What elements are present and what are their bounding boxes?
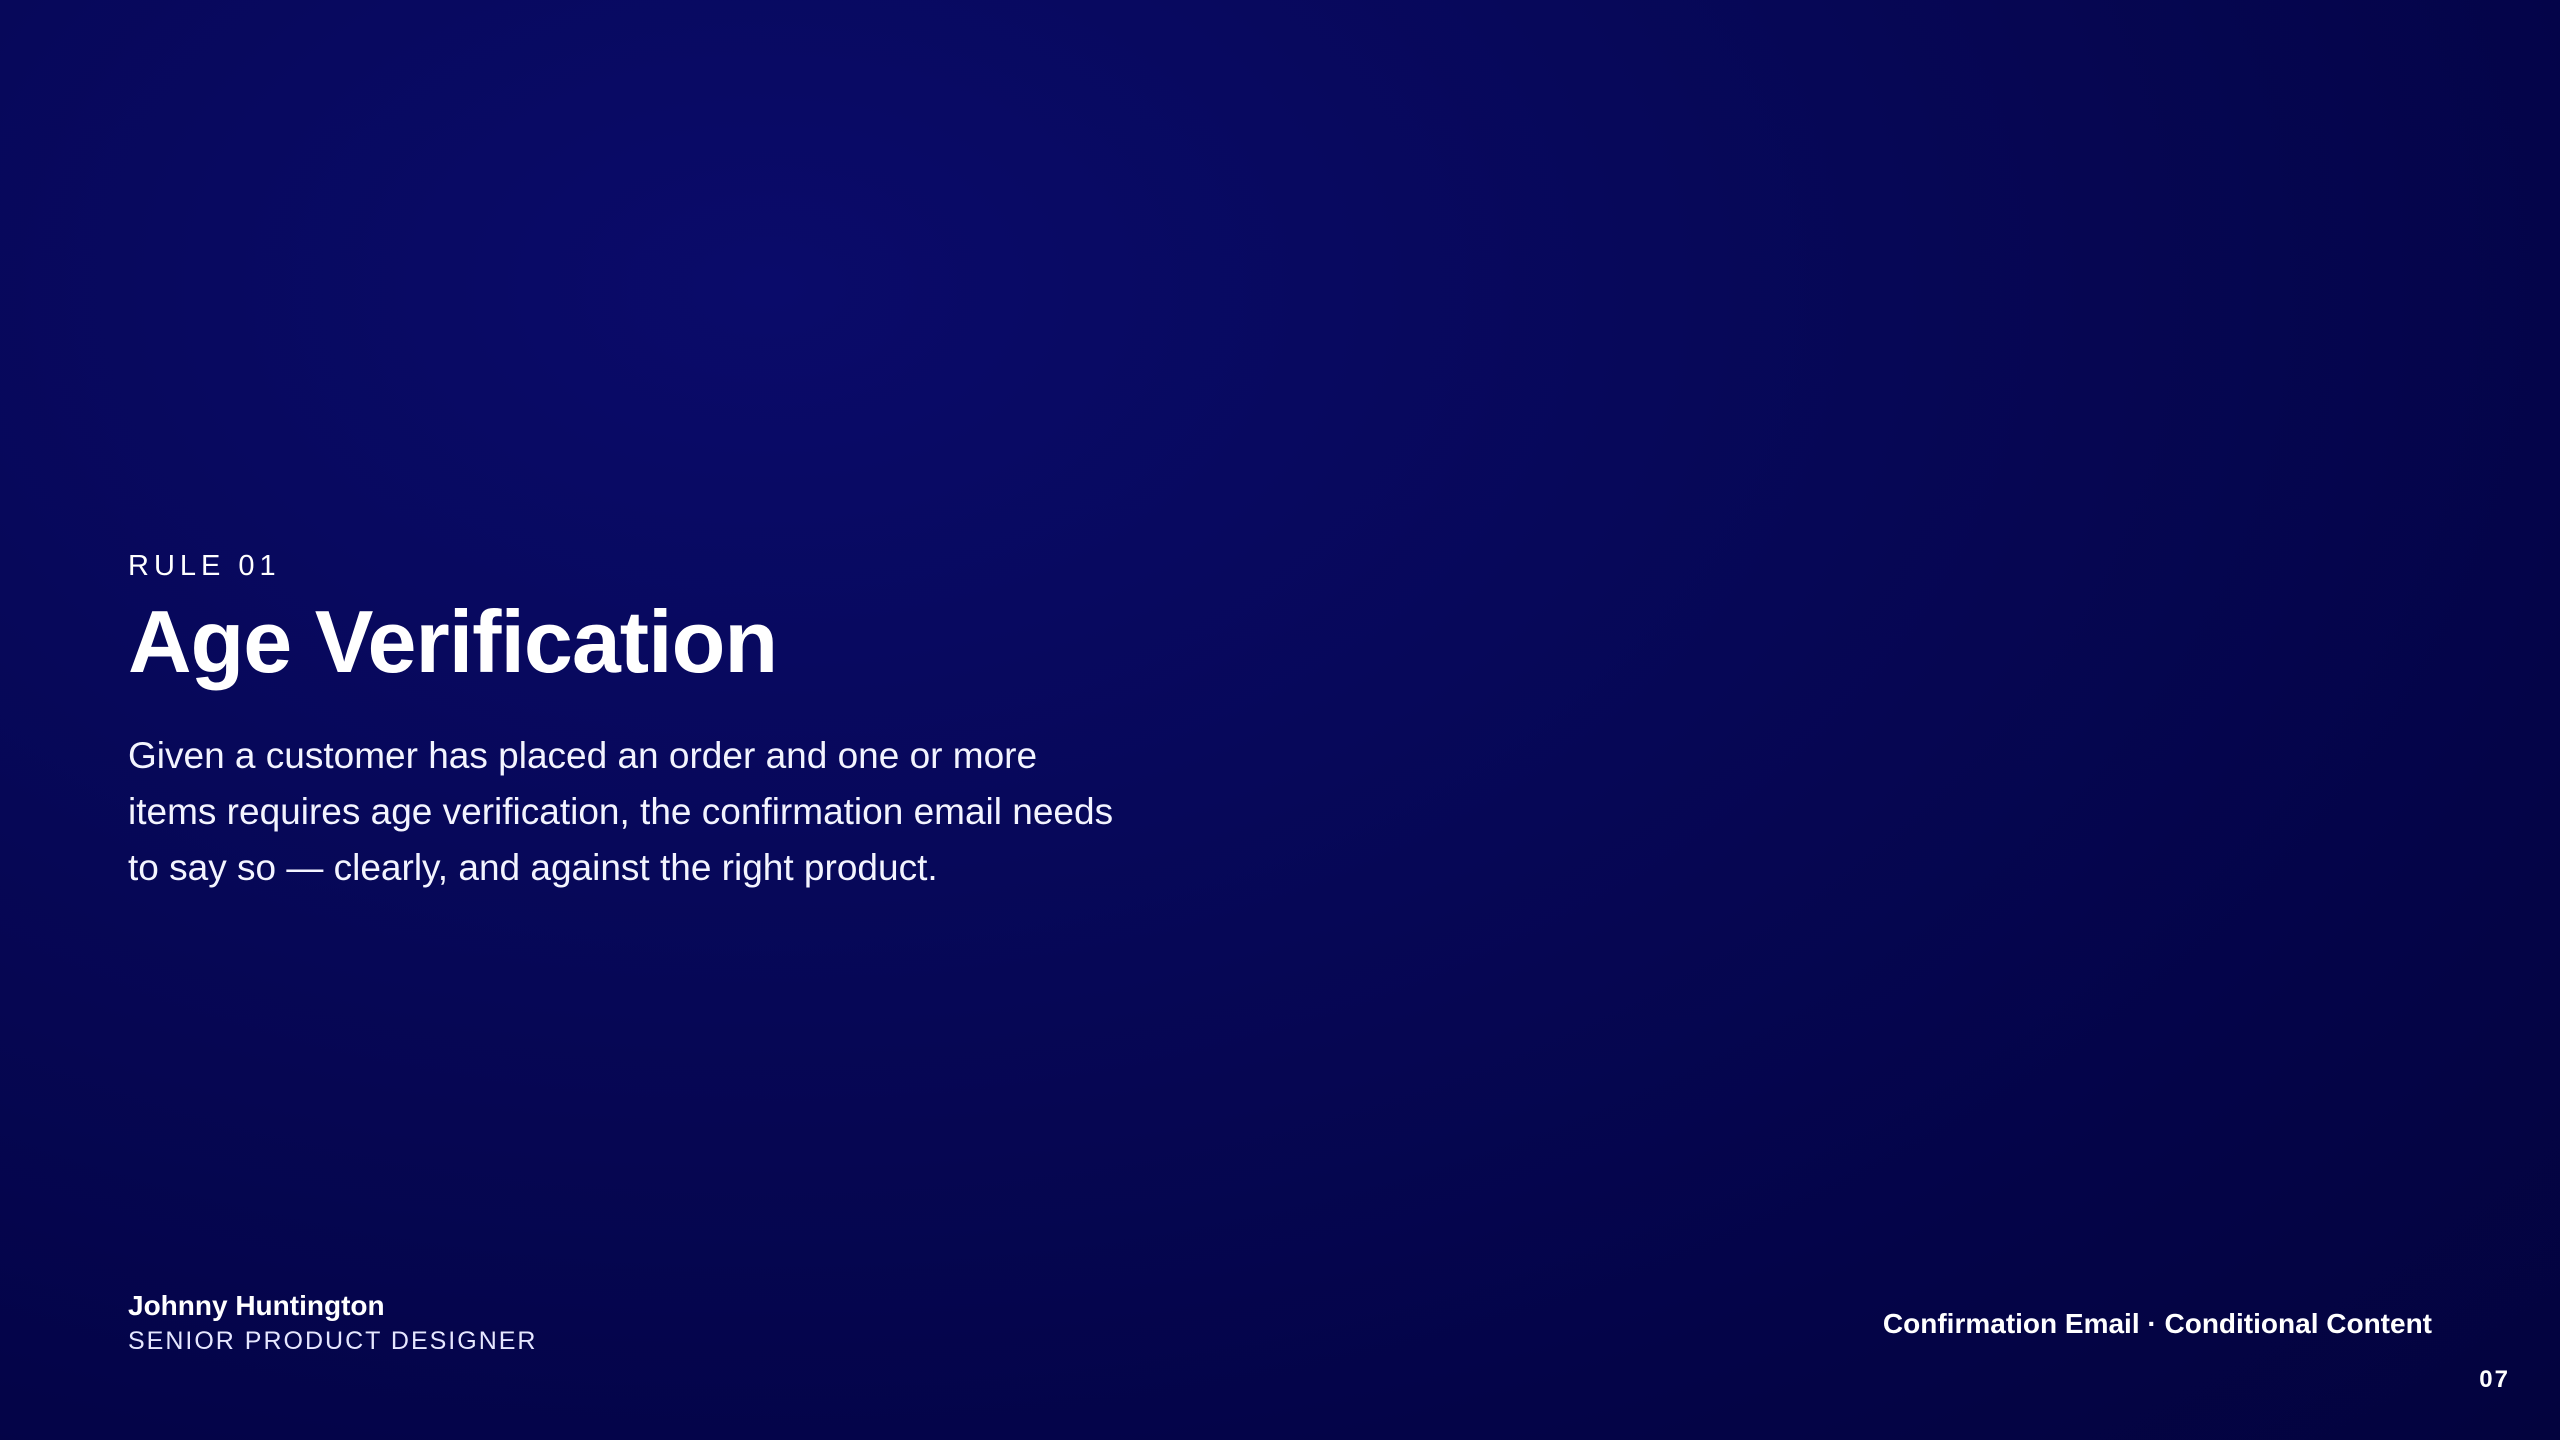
author-role: SENIOR PRODUCT DESIGNER — [128, 1327, 538, 1355]
slide-content: RULE 01 Age Verification Given a custome… — [128, 546, 1228, 896]
rule-label: RULE 01 — [128, 550, 281, 582]
author-block: Johnny Huntington SENIOR PRODUCT DESIGNE… — [128, 1288, 537, 1358]
deck-title: Confirmation Email · Conditional Content — [1882, 1308, 2432, 1339]
page-number: 07 — [2479, 1366, 2510, 1393]
slide-description: Given a customer has placed an order and… — [128, 735, 1114, 888]
slide-title: Age Verification — [128, 592, 778, 691]
author-name: Johnny Huntington — [128, 1290, 385, 1321]
presentation-slide: RULE 01 Age Verification Given a custome… — [0, 0, 2560, 1440]
